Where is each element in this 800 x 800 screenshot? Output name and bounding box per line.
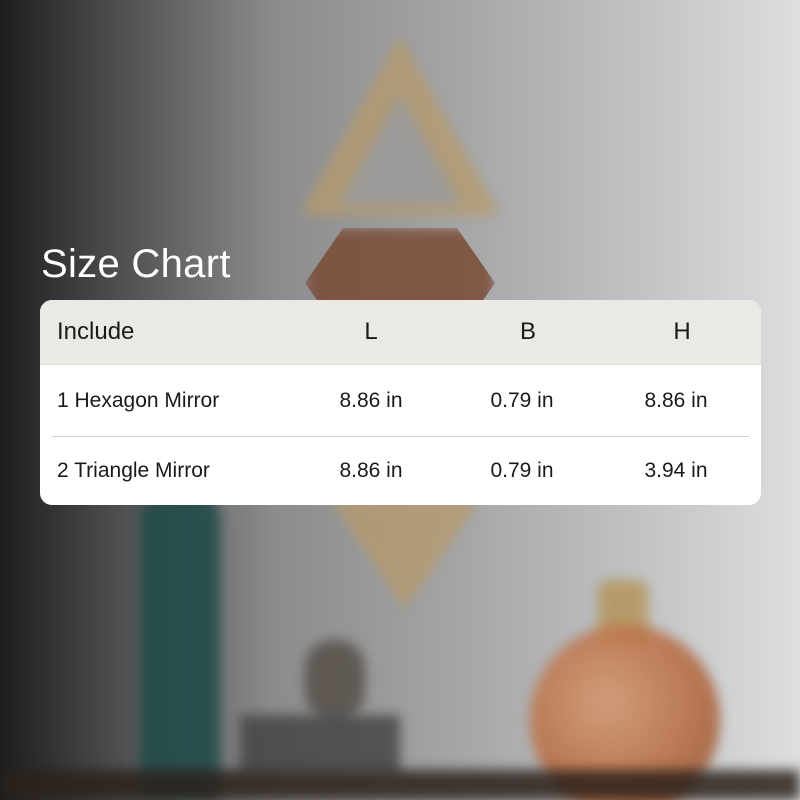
table-header-row: Include L B H [40,300,761,365]
header-include: Include [57,318,135,345]
cell-length: 8.86 in [339,459,403,482]
header-height: H [673,318,691,345]
size-table: Include L B H 1 Hexagon Mirror 8.86 in 0… [40,300,761,505]
shelf [0,770,800,800]
cell-include: 2 Triangle Mirror [57,459,210,482]
header-breadth: B [519,318,536,345]
cell-height: 3.94 in [644,459,708,482]
small-vase [305,640,365,720]
cell-length: 8.86 in [339,388,403,412]
triangle-mirror-lower [330,500,480,610]
cell-height: 8.86 in [644,388,708,412]
table-row: 2 Triangle Mirror 8.86 in 0.79 in 3.94 i… [40,436,761,505]
header-length: L [364,318,378,345]
cell-breadth: 0.79 in [490,459,554,482]
books [240,715,400,775]
cell-include: 1 Hexagon Mirror [57,388,220,412]
tall-vase [140,490,220,800]
cell-breadth: 0.79 in [490,388,554,412]
page-title: Size Chart [41,242,231,286]
triangle-mirror-glass [338,95,462,205]
table-row: 1 Hexagon Mirror 8.86 in 0.79 in 8.86 in [40,365,761,436]
